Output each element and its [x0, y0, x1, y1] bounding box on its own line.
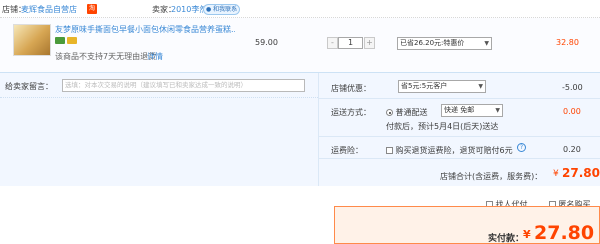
row-divider	[319, 136, 600, 137]
shipping-label: 运送方式：	[331, 108, 371, 117]
shipping-select[interactable]: 快递 免邮 ▼	[441, 104, 503, 117]
delivery-eta: 付款后，预计5月4日(后天)送达	[386, 122, 499, 131]
coupon-select[interactable]: 省5元:5元客户 ▼	[398, 80, 486, 93]
shipping-select-value: 快递 免邮	[444, 106, 475, 114]
chevron-down-icon: ▼	[478, 83, 483, 90]
checkbox-icon	[386, 147, 393, 154]
product-thumbnail[interactable]	[13, 24, 51, 56]
return-policy-notice: 该商品不支持7天无理由退货	[55, 52, 157, 61]
item-subtotal: 32.80	[556, 38, 579, 47]
row-divider	[319, 98, 600, 99]
help-icon[interactable]: ?	[517, 143, 526, 152]
chevron-down-icon: ▼	[484, 40, 489, 47]
panel-divider	[318, 73, 319, 186]
memo-input[interactable]: 选填：对本次交易的说明（建议填写已和卖家达成一致的说明）	[62, 79, 305, 92]
price-discount-value: 已省26.20元:特惠价	[400, 39, 465, 47]
coupon-label: 店铺优惠：	[331, 84, 371, 93]
quantity-increase-button[interactable]: +	[364, 37, 375, 49]
shipping-radio[interactable]: 普通配送	[386, 107, 428, 118]
shop-total-currency: ¥	[553, 169, 559, 179]
shop-total-value: 27.80	[562, 166, 600, 180]
shop-name-link[interactable]: 麦辉食品自营店	[21, 4, 77, 15]
shop-total-label: 店铺合计(含运费，服务费)：	[440, 172, 543, 181]
seller-name-link[interactable]: 2010李然	[171, 4, 207, 15]
contact-seller-button[interactable]: ● 和我联系	[203, 4, 241, 15]
contact-seller-label: 和我联系	[213, 6, 238, 13]
shipping-option-label: 普通配送	[395, 108, 428, 117]
pay-total-value: 27.80	[534, 222, 595, 244]
pay-currency: ¥	[523, 228, 531, 241]
radio-selected-icon	[386, 109, 393, 116]
memo-label: 给卖家留言：	[5, 82, 53, 91]
coupon-select-value: 省5元:5元客户	[401, 82, 448, 90]
insurance-value: 0.20	[563, 145, 581, 154]
quantity-decrease-button[interactable]: -	[327, 37, 338, 49]
row-divider	[319, 158, 600, 159]
chat-icon: ●	[206, 6, 212, 13]
return-policy-detail-link[interactable]: 详情	[147, 51, 163, 62]
unit-price: 59.00	[255, 38, 278, 47]
product-title-link[interactable]: 友梦原味手撕面包早餐小面包休闲零食品营养蛋糕...	[55, 24, 235, 35]
taobao-store-badge: 淘	[87, 4, 98, 14]
shipping-value: 0.00	[563, 107, 581, 116]
price-discount-select[interactable]: 已省26.20元:特惠价 ▼	[397, 37, 492, 50]
service-icon	[55, 37, 65, 44]
coupon-value: -5.00	[562, 83, 583, 92]
chevron-down-icon: ▼	[495, 107, 500, 114]
pay-label: 实付款：	[488, 234, 525, 244]
quantity-input[interactable]: 1	[338, 37, 363, 49]
insurance-label: 运费险：	[331, 146, 363, 155]
promo-icon	[67, 37, 77, 44]
insurance-checkbox-label: 购买退货运费险，退货可赔付6元	[395, 146, 513, 155]
insurance-checkbox[interactable]: 购买退货运费险，退货可赔付6元	[386, 145, 513, 156]
shop-header: 店铺： 麦辉食品自营店 淘 卖家： 2010李然 ● 和我联系	[0, 0, 600, 18]
